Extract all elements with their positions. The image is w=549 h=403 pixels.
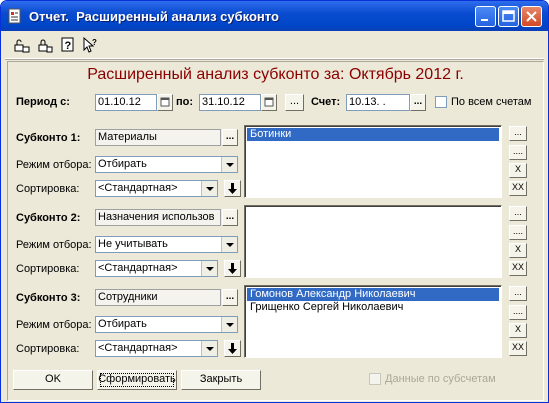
window-title: Отчет. Расширенный анализ субконто <box>29 9 279 24</box>
subconto-2-list[interactable] <box>244 205 502 278</box>
period-from-label: Период с: <box>16 96 70 108</box>
period-select-button[interactable]: ... <box>285 94 304 111</box>
account-label: Счет: <box>311 96 341 108</box>
subconto-2-mode-value: Не учитывать <box>98 238 168 250</box>
list-item[interactable]: Ботинки <box>247 128 499 141</box>
account-select-button[interactable]: ... <box>410 94 426 111</box>
svg-text:?: ? <box>65 40 72 52</box>
subconto-1-select-button[interactable]: ... <box>222 129 238 146</box>
chevron-down-icon[interactable] <box>201 341 217 356</box>
period-to-calendar-button[interactable] <box>261 94 277 111</box>
subconto-3-sort-button[interactable] <box>224 340 241 357</box>
period-to-input[interactable]: 31.10.12 <box>199 94 261 111</box>
subconto-1-input[interactable]: Материалы <box>95 129 221 146</box>
period-to-label: по: <box>176 96 194 108</box>
subconto-3-add-many-button[interactable]: .... <box>509 305 527 320</box>
subconto-2-add-button[interactable]: ... <box>509 206 527 221</box>
subconto-2-select-button[interactable]: ... <box>222 209 238 226</box>
account-input[interactable]: 10.13. . <box>346 94 410 111</box>
subconto-1-add-many-button[interactable]: .... <box>509 145 527 160</box>
chevron-down-icon[interactable] <box>221 317 237 332</box>
subconto-3-mode-label: Режим отбора: <box>16 319 92 331</box>
chevron-down-icon[interactable] <box>201 181 217 196</box>
subaccounts-checkbox[interactable] <box>369 373 381 385</box>
chevron-down-icon[interactable] <box>201 261 217 276</box>
subconto-1-sort-select[interactable]: <Стандартная> <box>95 180 218 197</box>
title-bar[interactable]: Отчет. Расширенный анализ субконто <box>1 1 548 31</box>
subconto-1-mode-value: Отбирать <box>98 158 147 170</box>
subconto-2-input[interactable]: Назначения использов <box>95 209 221 226</box>
calendar-icon <box>160 97 170 107</box>
maximize-button[interactable] <box>498 6 519 27</box>
pointer-help-icon[interactable]: ? <box>82 37 98 53</box>
subconto-1-sort-value: <Стандартная> <box>98 182 178 194</box>
subconto-1-sort-label: Сортировка: <box>16 183 80 195</box>
list-item[interactable]: Грищенко Сергей Николаевич <box>247 301 501 314</box>
subconto-1-mode-label: Режим отбора: <box>16 159 92 171</box>
period-from-input[interactable]: 01.10.12 <box>95 94 157 111</box>
report-heading: Расширенный анализ субконто за: Октябрь … <box>87 66 464 83</box>
help-icon[interactable]: ? <box>60 37 76 53</box>
subconto-2-add-many-button[interactable]: .... <box>509 225 527 240</box>
subconto-3-input[interactable]: Сотрудники <box>95 289 221 306</box>
subconto-3-mode-value: Отбирать <box>98 318 147 330</box>
period-from-calendar-button[interactable] <box>157 94 173 111</box>
subconto-1-clear-button[interactable]: XX <box>509 181 527 196</box>
toolbar: ? ? <box>5 32 544 59</box>
subconto-1-sort-button[interactable] <box>224 180 241 197</box>
subconto-1-add-button[interactable]: ... <box>509 126 527 141</box>
chevron-down-icon[interactable] <box>221 237 237 252</box>
subconto-2-mode-select[interactable]: Не учитывать <box>95 236 238 253</box>
subconto-2-remove-button[interactable]: X <box>509 243 527 258</box>
subconto-3-clear-button[interactable]: XX <box>509 341 527 356</box>
subconto-1-remove-button[interactable]: X <box>509 163 527 178</box>
subconto-3-label: Субконто 3: <box>16 292 81 304</box>
close-window-button[interactable] <box>521 6 542 27</box>
subconto-3-sort-label: Сортировка: <box>16 343 80 355</box>
lock-closed-icon[interactable] <box>37 37 53 53</box>
all-accounts-label: По всем счетам <box>451 96 532 108</box>
subaccounts-label: Данные по субсчетам <box>385 373 496 385</box>
subconto-2-clear-button[interactable]: XX <box>509 261 527 276</box>
list-item[interactable]: Гомонов Александр Николаевич <box>247 288 499 301</box>
calendar-icon <box>264 97 274 107</box>
close-icon <box>526 11 537 22</box>
maximize-icon <box>502 10 515 22</box>
subconto-3-select-button[interactable]: ... <box>222 289 238 306</box>
subconto-3-sort-value: <Стандартная> <box>98 342 178 354</box>
minimize-button[interactable] <box>475 6 496 27</box>
svg-text:?: ? <box>92 38 97 47</box>
subconto-3-mode-select[interactable]: Отбирать <box>95 316 238 333</box>
report-icon <box>8 8 21 24</box>
arrow-down-icon <box>228 343 237 354</box>
ok-button[interactable]: OK <box>13 370 93 390</box>
subconto-2-label: Субконто 2: <box>16 212 81 224</box>
all-accounts-checkbox[interactable] <box>435 96 447 108</box>
subconto-3-list[interactable]: Гомонов Александр Николаевич Грищенко Се… <box>244 285 502 358</box>
subconto-2-mode-label: Режим отбора: <box>16 239 92 251</box>
chevron-down-icon[interactable] <box>221 157 237 172</box>
lock-open-icon[interactable] <box>14 37 30 53</box>
subconto-1-mode-select[interactable]: Отбирать <box>95 156 238 173</box>
subconto-1-label: Субконто 1: <box>16 132 81 144</box>
arrow-down-icon <box>228 263 237 274</box>
subconto-3-sort-select[interactable]: <Стандартная> <box>95 340 218 357</box>
subconto-1-list[interactable]: Ботинки <box>244 125 502 198</box>
subconto-2-sort-label: Сортировка: <box>16 263 80 275</box>
subconto-3-add-button[interactable]: ... <box>509 286 527 301</box>
minimize-icon <box>481 19 488 21</box>
generate-button[interactable]: Сформировать <box>97 370 177 390</box>
subconto-2-sort-value: <Стандартная> <box>98 262 178 274</box>
subconto-3-remove-button[interactable]: X <box>509 323 527 338</box>
subconto-2-sort-button[interactable] <box>224 260 241 277</box>
close-button[interactable]: Закрыть <box>181 370 261 390</box>
subconto-2-sort-select[interactable]: <Стандартная> <box>95 260 218 277</box>
report-window: Отчет. Расширенный анализ субконто ? ? Р… <box>0 0 549 403</box>
arrow-down-icon <box>228 183 237 194</box>
